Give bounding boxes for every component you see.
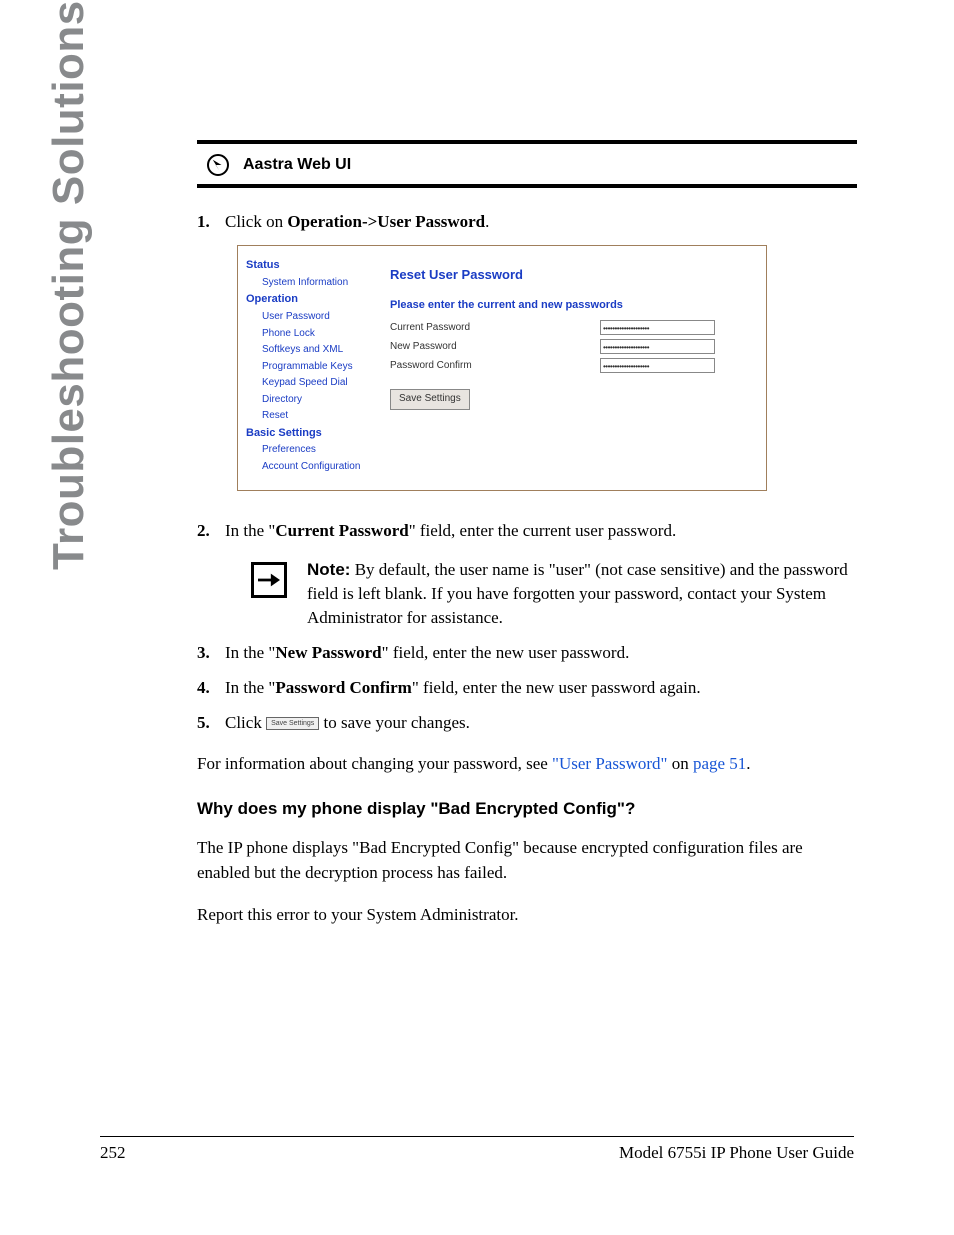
- nav-user-password[interactable]: User Password: [246, 310, 366, 325]
- step-suffix: " field, enter the new user password.: [382, 643, 630, 662]
- para-text: .: [746, 754, 750, 773]
- rule-bottom: [197, 184, 857, 188]
- nav-programmable-keys[interactable]: Programmable Keys: [246, 360, 366, 375]
- note-block: Note: By default, the user name is "user…: [251, 558, 857, 629]
- step-bold: New Password: [275, 643, 381, 662]
- step-text: Click: [225, 713, 266, 732]
- panel-subtitle: Please enter the current and new passwor…: [390, 298, 758, 314]
- step-number: 5.: [197, 711, 225, 736]
- nav-basic-settings[interactable]: Basic Settings: [246, 426, 366, 442]
- step-number: 3.: [197, 641, 225, 666]
- step-4: 4. In the "Password Confirm" field, ente…: [197, 676, 857, 701]
- globe-icon: [207, 154, 229, 176]
- step-5: 5. Click Save Settings to save your chan…: [197, 711, 857, 736]
- label-new-password: New Password: [390, 340, 600, 355]
- input-current-password[interactable]: ••••••••••••••••••••: [600, 320, 715, 335]
- step-number: 1.: [197, 210, 225, 509]
- note-text: By default, the user name is "user" (not…: [307, 560, 848, 627]
- page-footer: 252 Model 6755i IP Phone User Guide: [100, 1136, 854, 1163]
- para-text: on: [667, 754, 693, 773]
- panel-title: Reset User Password: [390, 266, 758, 285]
- step-suffix: " field, enter the current user password…: [409, 521, 677, 540]
- step-bold: Password Confirm: [275, 678, 411, 697]
- sidebar-section-title: Troubleshooting Solutions: [44, 0, 94, 570]
- section-label: Aastra Web UI: [243, 156, 351, 174]
- step-number: 4.: [197, 676, 225, 701]
- nav-directory[interactable]: Directory: [246, 393, 366, 408]
- step-2: 2. In the "Current Password" field, ente…: [197, 519, 857, 544]
- step-number: 2.: [197, 519, 225, 544]
- nav-keypad-speed-dial[interactable]: Keypad Speed Dial: [246, 376, 366, 391]
- step-bold: Current Password: [275, 521, 408, 540]
- step-text: In the ": [225, 643, 275, 662]
- embedded-screenshot: Status System Information Operation User…: [237, 245, 767, 492]
- link-user-password[interactable]: "User Password": [552, 754, 667, 773]
- note-label: Note:: [307, 560, 350, 579]
- step-suffix: " field, enter the new user password aga…: [412, 678, 701, 697]
- nav-phone-lock[interactable]: Phone Lock: [246, 327, 366, 342]
- screenshot-panel: Reset User Password Please enter the cur…: [390, 254, 758, 475]
- page-number: 252: [100, 1143, 126, 1163]
- screenshot-nav: Status System Information Operation User…: [246, 254, 366, 475]
- step-text: Click on: [225, 212, 287, 231]
- inline-save-settings-button[interactable]: Save Settings: [266, 717, 319, 730]
- step-3: 3. In the "New Password" field, enter th…: [197, 641, 857, 666]
- nav-account-config[interactable]: Account Configuration: [246, 460, 366, 475]
- nav-operation[interactable]: Operation: [246, 292, 366, 308]
- step-suffix: .: [485, 212, 489, 231]
- heading-bad-encrypted-config: Why does my phone display "Bad Encrypted…: [197, 799, 857, 819]
- paragraph-report: Report this error to your System Adminis…: [197, 902, 857, 928]
- rule-top: [197, 140, 857, 144]
- step-text: In the ": [225, 678, 275, 697]
- para-text: For information about changing your pass…: [197, 754, 552, 773]
- link-page-51[interactable]: page 51: [693, 754, 746, 773]
- section-header: Aastra Web UI: [197, 150, 857, 178]
- label-current-password: Current Password: [390, 321, 600, 336]
- nav-system-info[interactable]: System Information: [246, 276, 366, 291]
- nav-softkeys-xml[interactable]: Softkeys and XML: [246, 343, 366, 358]
- nav-status[interactable]: Status: [246, 258, 366, 274]
- label-password-confirm: Password Confirm: [390, 359, 600, 374]
- step-bold: Operation->User Password: [287, 212, 485, 231]
- input-password-confirm[interactable]: ••••••••••••••••••••: [600, 358, 715, 373]
- nav-reset[interactable]: Reset: [246, 409, 366, 424]
- nav-preferences[interactable]: Preferences: [246, 443, 366, 458]
- input-new-password[interactable]: ••••••••••••••••••••: [600, 339, 715, 354]
- paragraph-info: For information about changing your pass…: [197, 751, 857, 777]
- paragraph-bad-config: The IP phone displays "Bad Encrypted Con…: [197, 835, 857, 886]
- document-title: Model 6755i IP Phone User Guide: [619, 1143, 854, 1163]
- step-text: In the ": [225, 521, 275, 540]
- save-settings-button[interactable]: Save Settings: [390, 389, 470, 410]
- step-suffix: to save your changes.: [319, 713, 470, 732]
- step-1: 1. Click on Operation->User Password. St…: [197, 210, 857, 509]
- arrow-right-icon: [251, 562, 287, 598]
